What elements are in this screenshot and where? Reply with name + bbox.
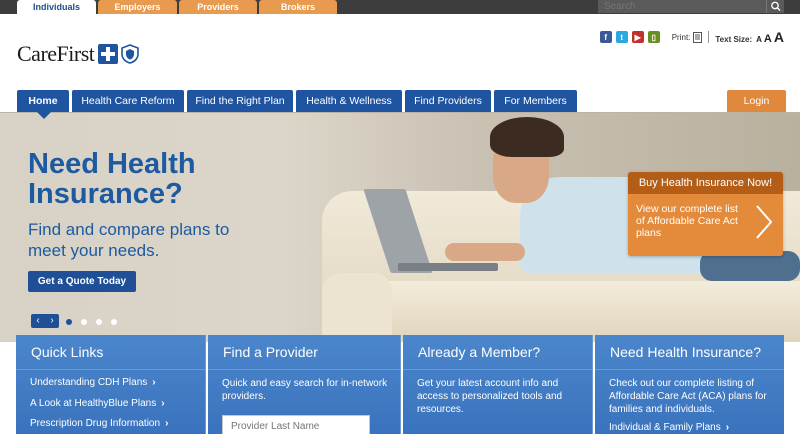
panel-divider (595, 369, 784, 370)
find-provider-title: Find a Provider (223, 344, 318, 360)
search-button[interactable] (766, 0, 784, 13)
text-size-label: Text Size: (715, 35, 753, 44)
text-size-large[interactable]: A (774, 29, 784, 45)
text-size-small[interactable]: A (756, 35, 762, 44)
quick-link-label: Understanding CDH Plans (30, 377, 148, 388)
chevron-right-icon (756, 205, 773, 239)
mobile-icon[interactable]: ▯ (647, 31, 660, 43)
print-label: Print: (671, 32, 691, 42)
quick-link-prescription[interactable]: Prescription Drug Information › (30, 418, 168, 429)
chevron-right-icon: › (152, 377, 156, 388)
nav-for-members[interactable]: For Members (494, 90, 577, 112)
quick-link-healthyblue[interactable]: A Look at HealthyBlue Plans › (30, 398, 165, 409)
hero-carousel: Need Health Insurance? Find and compare … (0, 112, 800, 342)
nav-find-right-plan[interactable]: Find the Right Plan (187, 90, 293, 112)
print-icon (693, 31, 703, 43)
panel-divider (208, 369, 400, 370)
tab-providers[interactable]: Providers (179, 0, 257, 14)
tab-individuals[interactable]: Individuals (17, 0, 96, 14)
carousel-dot-4[interactable] (111, 319, 117, 325)
find-provider-panel: Find a Provider Quick and easy search fo… (208, 335, 401, 434)
member-panel: Already a Member? Get your latest accoun… (403, 335, 593, 434)
divider (708, 31, 710, 43)
hero-image-hair (490, 117, 564, 157)
carefirst-logo[interactable]: CareFirst (17, 41, 140, 67)
quick-link-cdh[interactable]: Understanding CDH Plans › (30, 377, 156, 388)
need-insurance-panel: Need Health Insurance? Check out our com… (595, 335, 784, 434)
print-control[interactable]: Print: (671, 31, 703, 43)
find-provider-text: Quick and easy search for in-network pro… (222, 378, 388, 402)
link-label: Individual & Family Plans (609, 422, 721, 433)
logo-text: CareFirst (17, 41, 95, 66)
tab-employers[interactable]: Employers (98, 0, 177, 14)
buy-insurance-promo[interactable]: Buy Health Insurance Now! View our compl… (628, 172, 783, 256)
search-input[interactable] (598, 0, 766, 13)
hero-image-couch-seat (380, 281, 800, 342)
chevron-right-icon: › (161, 398, 165, 409)
carousel-arrows: ‹ › (31, 314, 59, 328)
member-title: Already a Member? (418, 344, 541, 360)
blue-cross-icon (98, 44, 119, 64)
carousel-dot-1[interactable] (66, 319, 72, 325)
member-text: Get your latest account info and access … (417, 378, 563, 415)
need-insurance-title: Need Health Insurance? (610, 344, 761, 360)
login-button[interactable]: Login (727, 90, 786, 112)
text-size-medium[interactable]: A (764, 33, 772, 45)
main-nav: Home Health Care Reform Find the Right P… (0, 90, 800, 119)
twitter-icon[interactable]: t (615, 31, 628, 43)
individual-family-plans-link[interactable]: Individual & Family Plans › (609, 422, 729, 433)
nav-health-care-reform[interactable]: Health Care Reform (72, 90, 184, 112)
get-quote-button[interactable]: Get a Quote Today (28, 271, 136, 292)
chevron-right-icon: › (165, 418, 169, 429)
need-insurance-text: Check out our complete listing of Afford… (609, 378, 767, 415)
audience-bar: Individuals Employers Providers Brokers (0, 0, 800, 14)
nav-home[interactable]: Home (17, 90, 69, 112)
info-panels: Quick Links Understanding CDH Plans › A L… (16, 335, 784, 434)
search-icon (771, 1, 781, 11)
panel-divider (403, 369, 592, 370)
nav-health-wellness[interactable]: Health & Wellness (296, 90, 402, 112)
hero-image-arm (445, 243, 525, 261)
youtube-icon[interactable]: ▶ (631, 31, 644, 43)
carousel-next-button[interactable]: › (45, 314, 59, 328)
nav-find-providers[interactable]: Find Providers (405, 90, 491, 112)
nav-active-indicator (37, 112, 51, 119)
hero-subtitle: Find and compare plans to meet your need… (28, 220, 230, 260)
hero-title: Need Health Insurance? (28, 148, 196, 210)
chevron-right-icon: › (725, 422, 730, 433)
quick-links-panel: Quick Links Understanding CDH Plans › A L… (16, 335, 206, 434)
hero-image-couch-arm (322, 273, 392, 342)
quick-link-label: A Look at HealthyBlue Plans (30, 398, 157, 409)
quick-links-title: Quick Links (31, 344, 104, 360)
promo-header: Buy Health Insurance Now! (628, 172, 783, 194)
provider-last-name-input[interactable] (222, 415, 370, 434)
quick-link-label: Prescription Drug Information (30, 418, 161, 429)
facebook-icon[interactable]: f (599, 31, 612, 43)
text-size-control: Text Size: A A A (715, 29, 784, 45)
hero-image-laptop-base (398, 263, 498, 271)
carousel-dot-3[interactable] (96, 319, 102, 325)
utility-bar: f t ▶ ▯ Print: Text Size: A A A (596, 29, 784, 45)
blue-shield-icon (121, 44, 140, 64)
promo-body: View our complete list of Affordable Car… (636, 203, 738, 239)
tab-brokers[interactable]: Brokers (259, 0, 337, 14)
carousel-prev-button[interactable]: ‹ (31, 314, 45, 328)
carousel-dot-2[interactable] (81, 319, 87, 325)
panel-divider (16, 369, 205, 370)
